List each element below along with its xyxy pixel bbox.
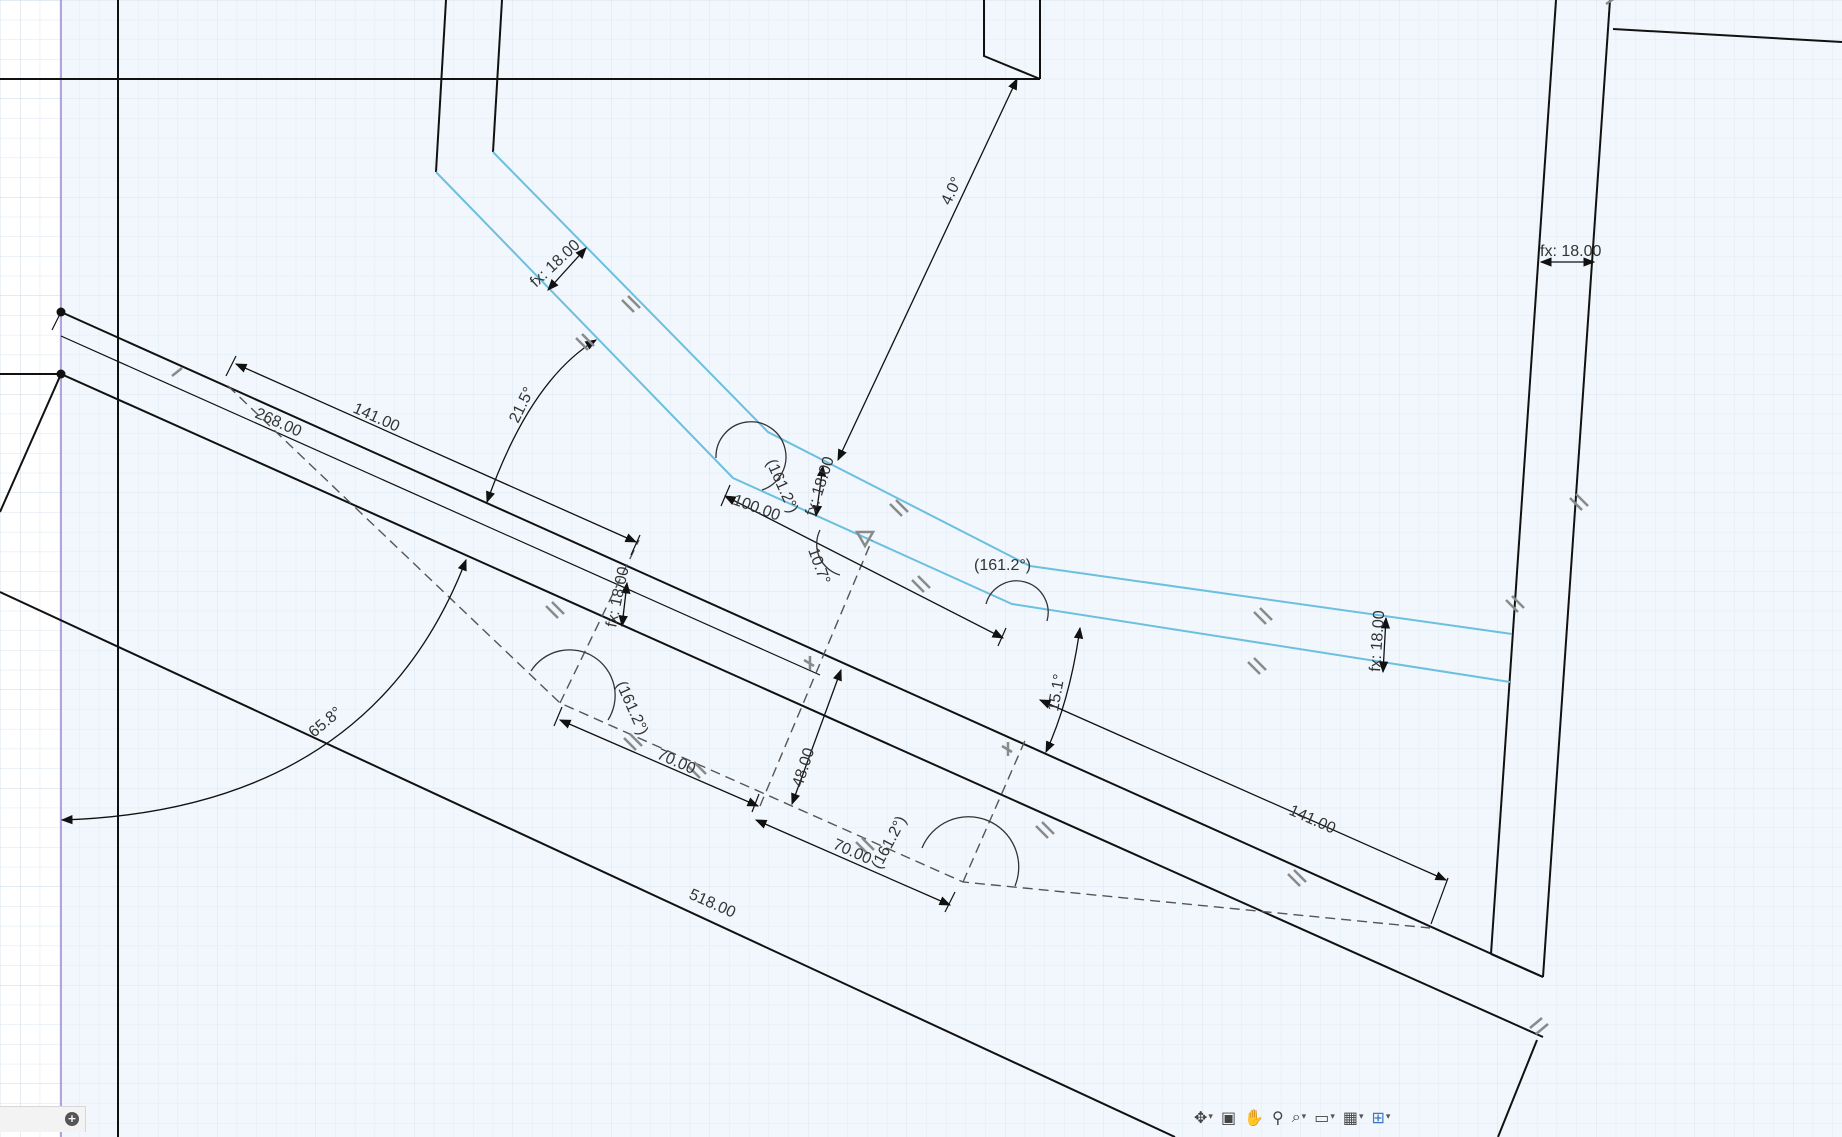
dim-fx-top-right[interactable]: fx: 18.00 <box>1540 243 1601 260</box>
display-settings-button[interactable]: ▭ ▾ <box>1312 1104 1337 1130</box>
orbit-icon: ✥ <box>1194 1107 1208 1127</box>
fit-button[interactable]: ⌕ ▾ <box>1290 1104 1309 1130</box>
zoom-button[interactable]: ⚲ <box>1270 1104 1286 1130</box>
pan-icon: ✋ <box>1244 1107 1264 1127</box>
browser-toggle[interactable]: + <box>0 1106 86 1132</box>
add-icon: + <box>65 1112 79 1126</box>
viewports-button[interactable]: ⊞ ▾ <box>1370 1104 1393 1130</box>
zoom-icon: ⚲ <box>1271 1107 1284 1127</box>
viewports-icon: ⊞ <box>1371 1107 1385 1127</box>
navigation-toolbar: ✥ ▾ ▣ ✋ ⚲ ⌕ ▾ ▭ ▾ ▦ ▾ ⊞ ▾ <box>1186 1102 1398 1132</box>
orbit-button[interactable]: ✥ ▾ <box>1192 1104 1215 1130</box>
sketch-canvas[interactable]: fx: 18.00 fx: 18.00 fx: 18.00 fx: 18.00 … <box>0 0 1842 1137</box>
angle-161-b[interactable]: (161.2°) <box>974 557 1031 574</box>
look-at-button[interactable]: ▣ <box>1219 1104 1238 1130</box>
display-settings-icon: ▭ <box>1314 1107 1330 1127</box>
grid-settings-button[interactable]: ▦ ▾ <box>1341 1104 1366 1130</box>
grid-settings-icon: ▦ <box>1342 1107 1358 1127</box>
pan-button[interactable]: ✋ <box>1242 1104 1266 1130</box>
sketch-region <box>61 0 1842 1137</box>
look-at-icon: ▣ <box>1220 1107 1237 1127</box>
fit-icon: ⌕ <box>1291 1107 1301 1126</box>
